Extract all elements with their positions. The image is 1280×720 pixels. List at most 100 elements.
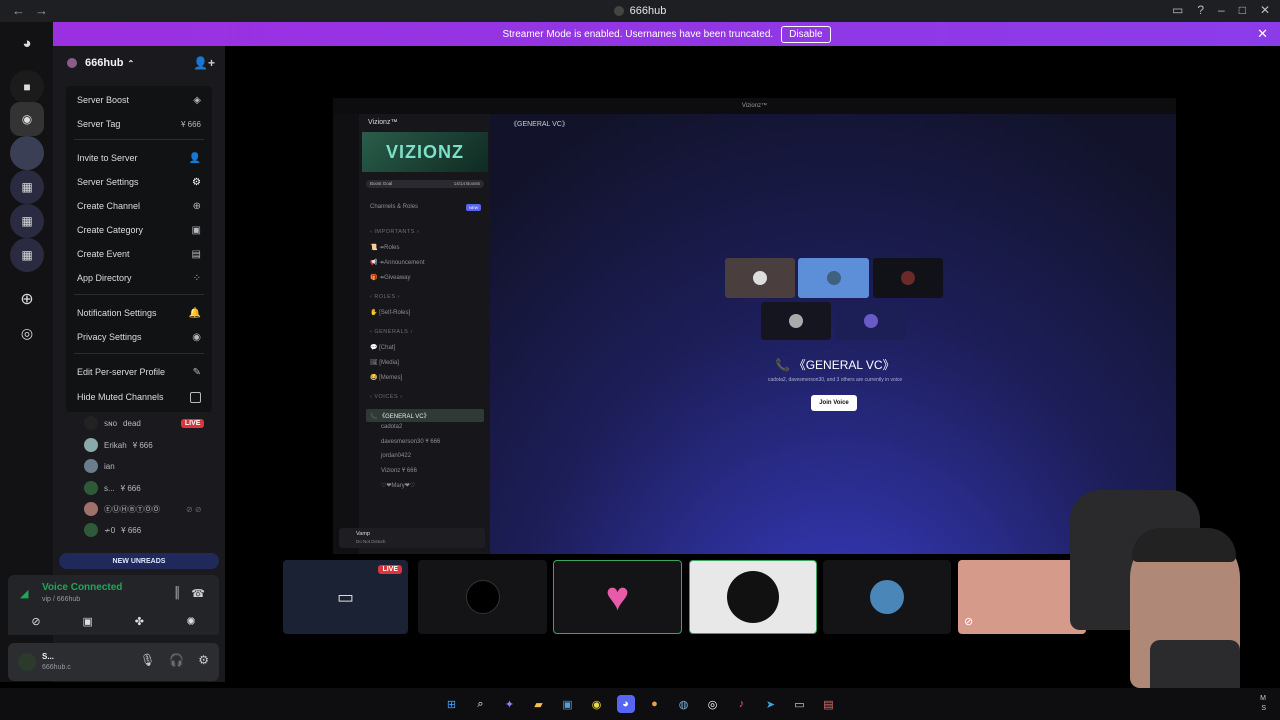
menu-server-boost[interactable]: Server Boost ◈ — [66, 90, 212, 110]
participant-strip-tile-speaking[interactable] — [689, 560, 817, 634]
copilot-icon[interactable]: ✦ — [501, 695, 519, 713]
discover-icon[interactable]: ◎ — [10, 316, 44, 350]
stream-voice-user[interactable]: davesmerson30 Ұ 666 — [381, 439, 440, 445]
list-item[interactable]: ≁0 Ұ 666 — [84, 521, 141, 539]
stream-channel[interactable]: 🎁 ↠Giveaway — [370, 274, 411, 281]
stream-channel[interactable]: 💬 [Chat] — [370, 344, 395, 351]
stream-channel[interactable]: 📞 《GENERAL VC》 — [366, 409, 484, 422]
disable-button[interactable]: Disable — [781, 25, 831, 43]
noise-suppression-icon[interactable]: ║ — [173, 587, 181, 599]
stream-channel[interactable]: 😂 [Memes] — [370, 374, 402, 381]
stream-channel[interactable]: 🖼 [Media] — [370, 359, 399, 366]
stream-voice-user[interactable]: Vizionz Ұ 666 — [381, 468, 417, 474]
list-item[interactable]: ian — [84, 457, 115, 475]
server-icon-1[interactable]: ■ — [10, 70, 44, 104]
server-icon-2[interactable] — [10, 136, 44, 170]
list-item[interactable]: Erikah Ұ 666 — [84, 436, 153, 454]
stream-voice-user[interactable]: cadota2 — [381, 424, 402, 430]
menu-server-settings[interactable]: Server Settings ⚙ — [66, 172, 212, 192]
gear-icon[interactable]: ⚙ — [198, 653, 209, 667]
list-item[interactable]: ꜱɴᴏ dead LIVE — [84, 414, 205, 432]
window-controls: ▭ ? – □ ✕ — [1172, 3, 1270, 17]
server-header[interactable]: 666hub ⌃ 👤+ — [53, 46, 225, 80]
back-arrow-icon[interactable]: ← — [12, 3, 25, 18]
join-voice-button[interactable]: Join Voice — [811, 395, 857, 411]
server-icon — [613, 6, 624, 16]
app-icon[interactable]: ● — [646, 695, 664, 713]
forward-arrow-icon[interactable]: → — [35, 3, 48, 18]
menu-notification-settings[interactable]: Notification Settings 🔔 — [66, 303, 212, 323]
file-explorer-icon[interactable]: ▰ — [530, 695, 548, 713]
microphone-icon[interactable]: 🎙 — [140, 653, 155, 667]
server-folder-3[interactable]: ▦ — [10, 238, 44, 272]
participant-tile — [761, 302, 831, 340]
menu-hide-muted[interactable]: Hide Muted Channels — [66, 387, 212, 407]
hide-muted-checkbox[interactable] — [190, 391, 201, 403]
stream-preview-tile[interactable]: ▭ LIVE — [283, 560, 408, 634]
voice-channel[interactable]: vip / 666hub — [42, 596, 80, 603]
menu-privacy-settings[interactable]: Privacy Settings ◉ — [66, 327, 212, 347]
stream-voice-user[interactable]: jordan0422 — [381, 453, 411, 459]
list-item[interactable]: ⒺⓊⒽⒷⓉⓄⓄ ⊘ ⊘ — [84, 500, 202, 518]
menu-create-category[interactable]: Create Category ▣ — [66, 220, 212, 240]
telegram-icon[interactable]: ➤ — [762, 695, 780, 713]
camera-off-icon[interactable]: ⊘ — [16, 612, 56, 630]
phone-icon: 📞 — [775, 358, 791, 372]
search-icon[interactable]: ⌕ — [472, 695, 490, 713]
participant-tile — [873, 258, 943, 298]
inbox-icon[interactable]: ▭ — [1172, 3, 1183, 17]
divider — [74, 353, 204, 354]
close-window-icon[interactable]: ✕ — [1260, 3, 1270, 17]
new-unreads-button[interactable]: NEW UNREADS — [59, 553, 219, 569]
participant-strip-tile[interactable] — [418, 560, 547, 634]
stream-vc-title: 📞 《GENERAL VC》 — [775, 358, 895, 372]
menu-create-event[interactable]: Create Event ▤ — [66, 244, 212, 264]
discord-icon[interactable]: ◕ — [616, 695, 635, 713]
avatar — [826, 271, 841, 285]
minimize-icon[interactable]: – — [1218, 3, 1225, 17]
chrome-icon[interactable]: ◉ — [588, 695, 606, 713]
stream-channel[interactable]: ✋ [Self-Roles] — [370, 309, 410, 316]
pencil-icon: ✎ — [192, 366, 201, 378]
server-folder-1[interactable]: ▦ — [10, 170, 44, 204]
calendar-plus-icon: ▤ — [191, 248, 201, 260]
stream-category: ‹ GENERALS › — [370, 329, 413, 335]
menu-app-directory[interactable]: App Directory ⁘ — [66, 268, 212, 288]
headphones-icon[interactable]: 🎧 — [169, 653, 184, 667]
avatar[interactable] — [18, 653, 36, 671]
invite-icon: 👤 — [188, 152, 201, 164]
server-icon-666hub[interactable]: ◉ — [10, 102, 44, 136]
folder-plus-icon: ▣ — [191, 224, 201, 236]
maximize-icon[interactable]: □ — [1239, 3, 1246, 17]
app-icon-2[interactable]: ▤ — [820, 695, 838, 713]
screen-share-icon[interactable]: ▣ — [68, 612, 108, 630]
avatar — [84, 416, 98, 430]
soundboard-icon[interactable]: ✺ — [171, 612, 211, 630]
disconnect-icon[interactable]: ☎ — [191, 587, 205, 600]
voice-panel: ◢ Voice Connected vip / 666hub ║ ☎ ⊘ ▣ ✤… — [8, 575, 219, 635]
store-icon[interactable]: ▣ — [559, 695, 577, 713]
stream-voice-user[interactable]: ♡❤Mary❤♡ — [381, 482, 415, 489]
add-member-icon[interactable]: 👤+ — [193, 56, 215, 70]
stream-channel[interactable]: 📜 ↠Roles — [370, 244, 400, 251]
help-icon[interactable]: ? — [1197, 3, 1204, 17]
steam-icon[interactable]: ◍ — [675, 695, 693, 713]
menu-server-tag[interactable]: Server Tag Ұ 666 — [66, 114, 212, 134]
participant-strip-tile-speaking[interactable]: ♥ — [553, 560, 682, 634]
server-folder-2[interactable]: ▦ — [10, 204, 44, 238]
menu-create-channel[interactable]: Create Channel ⊕ — [66, 196, 212, 216]
list-item[interactable]: s... Ұ 666 — [84, 479, 141, 497]
avatar — [84, 481, 98, 495]
menu-invite[interactable]: Invite to Server 👤 — [66, 148, 212, 168]
menu-edit-profile[interactable]: Edit Per-server Profile ✎ — [66, 362, 212, 382]
discord-home-icon[interactable]: ◕ — [10, 26, 44, 60]
windows-start-icon[interactable]: ⊞ — [443, 695, 461, 713]
participant-strip-tile[interactable] — [823, 560, 951, 634]
close-icon[interactable]: ✕ — [1257, 26, 1268, 42]
window-icon[interactable]: ▭ — [791, 695, 809, 713]
activities-icon[interactable]: ✤ — [119, 612, 159, 630]
obs-icon[interactable]: ◎ — [704, 695, 722, 713]
stream-channel[interactable]: 📢 ↠Announcement — [370, 259, 425, 266]
tiktok-icon[interactable]: ♪ — [733, 695, 751, 713]
add-server-icon[interactable]: ⊕ — [10, 282, 44, 316]
